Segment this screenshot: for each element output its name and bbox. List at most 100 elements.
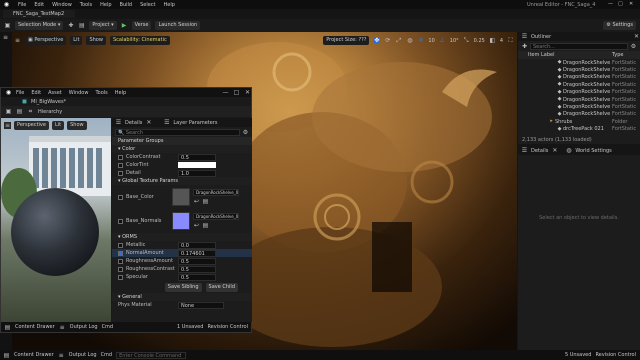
mi-menu-edit[interactable]: Edit (31, 90, 41, 96)
param-value[interactable]: 0.5 (178, 153, 216, 161)
use-selected-icon[interactable]: ↩ (193, 198, 200, 205)
show-dropdown[interactable]: Show (86, 36, 106, 45)
viewport-menu-icon[interactable]: ≡ (14, 37, 21, 44)
blueprint-icon[interactable]: ▤ (78, 22, 85, 29)
mi-tab-layer-params[interactable]: Layer Parameters (173, 120, 217, 126)
list-item[interactable]: ◆ DragonRockShelve FortStatic (556, 66, 640, 74)
mi-tab-details[interactable]: Details (125, 120, 142, 126)
mode-dropdown[interactable]: Selection Mode ▾ (15, 21, 64, 30)
save-icon[interactable]: ▣ (4, 22, 11, 29)
camera-speed-icon[interactable]: ◧ (489, 37, 496, 44)
world-settings-tab[interactable]: World Settings (575, 148, 611, 154)
param-value[interactable]: 0.5 (178, 265, 216, 273)
rot-snap-icon[interactable]: ∠ (439, 37, 446, 44)
param-value[interactable]: 0.5 (178, 273, 216, 281)
project-dropdown[interactable]: Project ▾ (89, 21, 117, 30)
mi-menu-help[interactable]: Help (115, 90, 126, 96)
mi-search-input[interactable]: 🔍 Search (115, 128, 240, 136)
browse-asset-icon[interactable]: ▤ (202, 198, 209, 205)
mi-menu-file[interactable]: File (16, 90, 24, 96)
mi-close-icon[interactable]: ✕ (244, 89, 251, 96)
list-item[interactable]: ◆ DragonRockShelve FortStatic (556, 89, 640, 96)
mi-output-log[interactable]: Output Log (70, 324, 98, 330)
translate-icon[interactable]: ✥ (373, 37, 381, 44)
lit-dropdown[interactable]: Lit (70, 36, 83, 45)
param-value[interactable]: 0.5 (178, 257, 216, 265)
maximize-icon[interactable]: □ (618, 1, 623, 7)
col-type[interactable]: Type (612, 52, 640, 58)
group-orms[interactable]: ▾ ORMS (112, 233, 252, 241)
texture-thumbnail[interactable] (172, 188, 190, 206)
menu-build[interactable]: Build (120, 2, 133, 8)
grid-value[interactable]: 10 (428, 38, 434, 44)
list-item[interactable]: ▸ Shrubs Folder (548, 118, 640, 125)
preview-menu-icon[interactable]: ≡ (4, 122, 11, 129)
menu-help-2[interactable]: Help (164, 2, 175, 8)
mi-menu-window[interactable]: Window (69, 90, 89, 96)
param-value[interactable]: 0.174601 (178, 249, 216, 257)
param-override-checkbox[interactable] (118, 194, 123, 200)
details-tab[interactable]: Details (531, 148, 548, 154)
outliner-close-icon[interactable]: ✕ (633, 33, 640, 40)
list-item[interactable]: ◆ drcTreePack 021 FortStatic (556, 126, 640, 133)
param-override-checkbox[interactable] (118, 242, 123, 248)
menu-window[interactable]: Window (52, 2, 72, 8)
maximize-viewport-icon[interactable]: ⛶ (507, 37, 514, 44)
group-color[interactable]: ▾ Color (112, 145, 252, 153)
mi-menu-tools[interactable]: Tools (95, 90, 107, 96)
mi-browse-icon[interactable]: ▤ (16, 108, 23, 115)
col-item-label[interactable]: Item Label (528, 52, 612, 58)
param-override-checkbox[interactable] (118, 258, 123, 264)
level-tab[interactable]: FNC_Saga_TestMap2 (3, 10, 75, 18)
texture-picker[interactable]: DragonRockShelve_01_N (193, 213, 239, 220)
texture-picker[interactable]: DragonRockShelve_01_D (193, 189, 239, 196)
color-tint-swatch[interactable] (178, 162, 216, 168)
group-general[interactable]: ▾ General (112, 293, 252, 301)
mi-search-settings-icon[interactable]: ⚙ (242, 129, 249, 136)
list-item[interactable]: ◆ DragonRockShelve FortStatic (556, 74, 640, 81)
content-drawer-button[interactable]: Content Drawer (14, 352, 54, 358)
list-item[interactable]: ◆ DragonRockShelve FortStatic (556, 103, 640, 111)
console-input[interactable]: Enter Console Command (116, 351, 187, 359)
rotate-icon[interactable]: ⟳ (384, 37, 391, 44)
hierarchy-side-icon[interactable]: ≡ (2, 34, 9, 41)
param-override-checkbox[interactable] (118, 266, 123, 272)
phys-material-dropdown[interactable]: None (178, 301, 224, 309)
details-close-icon[interactable]: ✕ (551, 147, 558, 154)
param-override-checkbox[interactable] (118, 274, 123, 280)
menu-select[interactable]: Select (140, 2, 155, 8)
param-override-checkbox[interactable] (118, 154, 123, 160)
grid-snap-icon[interactable]: # (417, 37, 424, 44)
verse-button[interactable]: Verse (131, 21, 152, 30)
mi-revision[interactable]: Revision Control (207, 324, 248, 330)
outliner-search-input[interactable]: Search... (530, 42, 628, 50)
unsaved-indicator[interactable]: 5 Unsaved (565, 352, 591, 358)
mi-details-close-icon[interactable]: ✕ (145, 119, 152, 126)
menu-file[interactable]: File (18, 2, 26, 8)
scale-snap-icon[interactable]: ⤡ (463, 37, 470, 44)
param-override-checkbox[interactable] (118, 218, 123, 224)
normal-thumbnail[interactable] (172, 212, 190, 230)
param-override-checkbox[interactable] (118, 162, 123, 168)
preview-lit[interactable]: Lit (51, 121, 65, 130)
add-icon[interactable]: ✚ (67, 22, 74, 29)
world-icon[interactable]: ◍ (406, 37, 413, 44)
scalability-warning[interactable]: Scalability: Cinematic (109, 36, 170, 45)
mi-asset-tab[interactable]: ◼ MI_BigWaves* (1, 97, 251, 106)
mi-menu-asset[interactable]: Asset (48, 90, 62, 96)
mi-preview-viewport[interactable]: ≡ Perspective Lit Show (1, 118, 111, 322)
group-global-tex[interactable]: ▾ Global Texture Params (112, 177, 252, 185)
mi-hierarchy-icon[interactable]: ⌗ (27, 108, 34, 115)
param-value[interactable]: 1.0 (178, 169, 216, 177)
param-override-checkbox[interactable] (118, 250, 123, 256)
list-item[interactable]: ◆ DragonRockShelve FortStatic (556, 96, 640, 103)
launch-session-button[interactable]: Launch Session (155, 21, 201, 30)
output-log-button[interactable]: Output Log (69, 352, 97, 358)
minimize-icon[interactable]: — (608, 1, 613, 7)
play-icon[interactable]: ▶ (121, 22, 128, 29)
save-sibling-button[interactable]: Save Sibling (164, 282, 202, 292)
mi-hierarchy-label[interactable]: Hierarchy (38, 109, 62, 115)
project-size-indicator[interactable]: Project Size: ??? (323, 36, 370, 45)
mi-save-icon[interactable]: ▣ (5, 108, 12, 115)
list-item[interactable]: ◆ DragonRockShelve FortStatic (556, 81, 640, 88)
